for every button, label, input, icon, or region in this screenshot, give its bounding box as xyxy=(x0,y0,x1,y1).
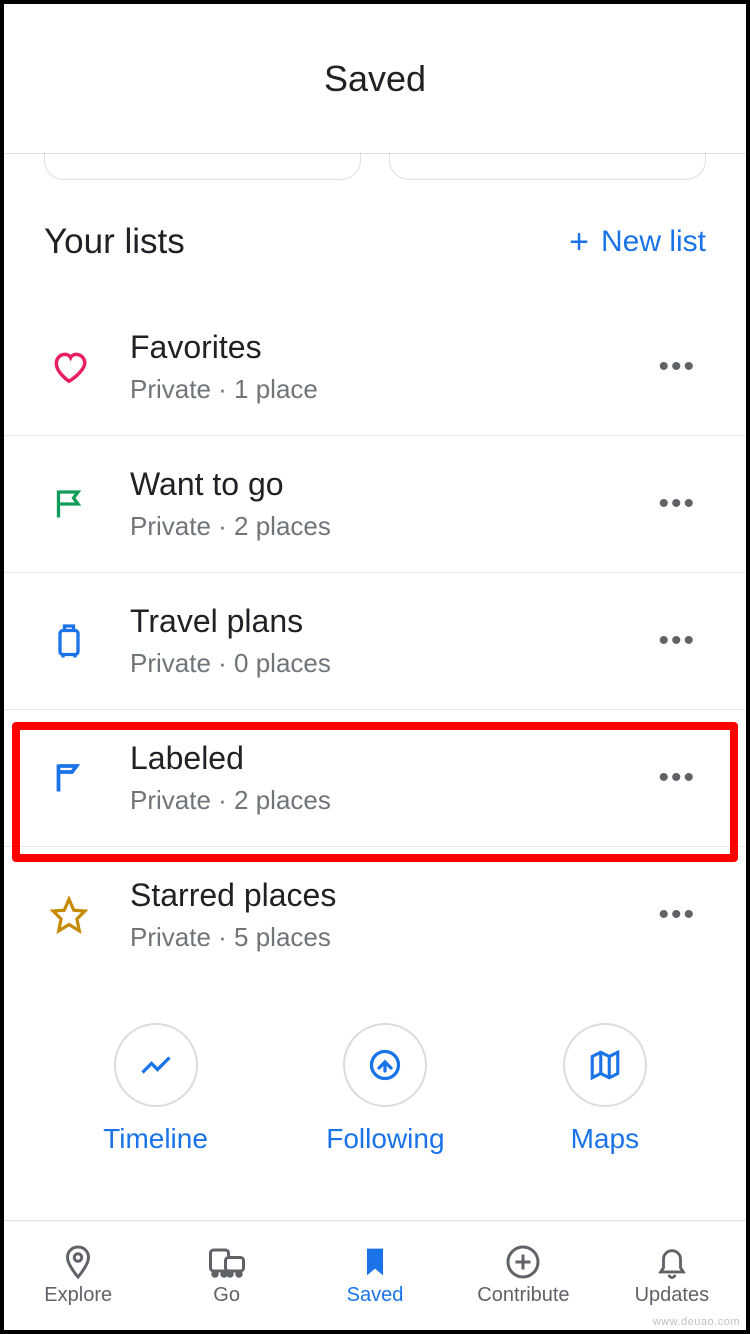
list-item-favorites[interactable]: Favorites Private · 1 place ••• xyxy=(4,293,746,436)
list-text: Travel plans Private · 0 places xyxy=(130,603,648,679)
plus-icon: + xyxy=(569,225,589,259)
chips-row: Timeline Following Maps xyxy=(4,983,746,1175)
bottom-nav: Explore Go Saved Contribute Updates xyxy=(4,1220,746,1330)
label-flag-icon xyxy=(44,760,94,796)
more-button[interactable]: ••• xyxy=(648,614,706,668)
chip-maps[interactable]: Maps xyxy=(563,1023,647,1155)
timeline-icon xyxy=(114,1023,198,1107)
heart-icon xyxy=(44,348,94,386)
new-list-label: New list xyxy=(601,225,706,259)
more-button[interactable]: ••• xyxy=(648,340,706,394)
list-item-travel-plans[interactable]: Travel plans Private · 0 places ••• xyxy=(4,573,746,710)
maps-icon xyxy=(563,1023,647,1107)
chip-label: Timeline xyxy=(103,1123,208,1155)
watermark: www.deuao.com xyxy=(653,1316,740,1328)
list-title: Labeled xyxy=(130,740,648,777)
nav-label: Updates xyxy=(635,1284,710,1307)
page-title: Saved xyxy=(324,58,426,100)
suitcase-icon xyxy=(44,621,94,661)
list-item-want-to-go[interactable]: Want to go Private · 2 places ••• xyxy=(4,436,746,573)
list-subtitle: Private · 2 places xyxy=(130,511,648,542)
nav-updates[interactable]: Updates xyxy=(598,1221,746,1330)
plus-circle-icon xyxy=(505,1244,541,1280)
nav-explore[interactable]: Explore xyxy=(4,1221,152,1330)
nav-label: Go xyxy=(213,1284,240,1307)
list-subtitle: Private · 5 places xyxy=(130,922,648,953)
list-title: Travel plans xyxy=(130,603,648,640)
list-subtitle: Private · 1 place xyxy=(130,374,648,405)
chip-timeline[interactable]: Timeline xyxy=(103,1023,208,1155)
carousel-stub xyxy=(4,152,746,180)
chip-label: Maps xyxy=(571,1123,639,1155)
nav-saved[interactable]: Saved xyxy=(301,1221,449,1330)
bell-icon xyxy=(655,1244,689,1280)
list-text: Labeled Private · 2 places xyxy=(130,740,648,816)
more-button[interactable]: ••• xyxy=(648,888,706,942)
list-text: Favorites Private · 1 place xyxy=(130,329,648,405)
transit-icon xyxy=(207,1244,247,1280)
list-item-starred[interactable]: Starred places Private · 5 places ••• xyxy=(4,847,746,983)
list-subtitle: Private · 2 places xyxy=(130,785,648,816)
nav-label: Contribute xyxy=(477,1284,569,1307)
nav-label: Explore xyxy=(44,1284,112,1307)
pin-icon xyxy=(60,1244,96,1280)
card-stub[interactable] xyxy=(44,152,361,180)
header: Saved xyxy=(4,4,746,154)
list-text: Want to go Private · 2 places xyxy=(130,466,648,542)
list-item-labeled[interactable]: Labeled Private · 2 places ••• xyxy=(4,710,746,847)
nav-contribute[interactable]: Contribute xyxy=(449,1221,597,1330)
star-icon xyxy=(44,896,94,934)
bookmark-icon xyxy=(359,1244,391,1280)
list-text: Starred places Private · 5 places xyxy=(130,877,648,953)
more-button[interactable]: ••• xyxy=(648,751,706,805)
list-title: Want to go xyxy=(130,466,648,503)
nav-label: Saved xyxy=(347,1284,404,1307)
more-button[interactable]: ••• xyxy=(648,477,706,531)
chip-label: Following xyxy=(326,1123,444,1155)
lists-container: Favorites Private · 1 place ••• Want to … xyxy=(4,292,746,983)
nav-go[interactable]: Go xyxy=(152,1221,300,1330)
list-title: Favorites xyxy=(130,329,648,366)
following-icon xyxy=(343,1023,427,1107)
flag-icon xyxy=(44,486,94,522)
card-stub[interactable] xyxy=(389,152,706,180)
list-title: Starred places xyxy=(130,877,648,914)
list-subtitle: Private · 0 places xyxy=(130,648,648,679)
chip-following[interactable]: Following xyxy=(326,1023,444,1155)
section-header: Your lists + New list xyxy=(4,180,746,292)
new-list-button[interactable]: + New list xyxy=(569,225,706,259)
section-title: Your lists xyxy=(44,222,185,262)
